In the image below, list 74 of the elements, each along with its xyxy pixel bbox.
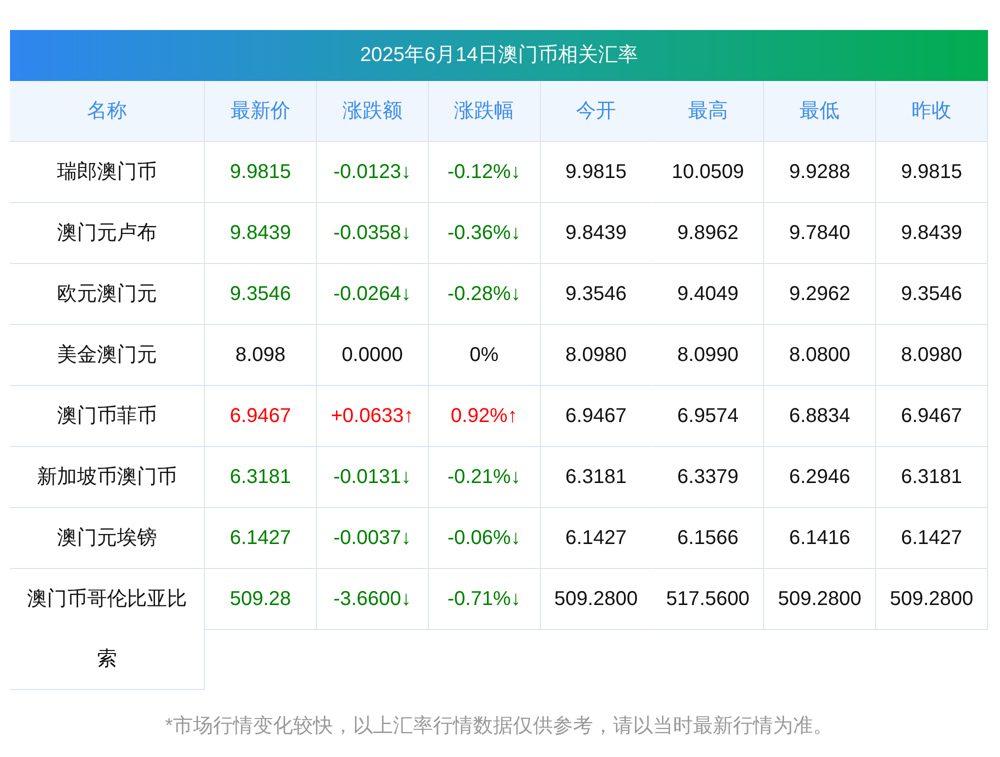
table-cell: -0.0037↓ [316, 508, 429, 569]
table-cell: 10.0509 [652, 142, 764, 203]
table-cell: 8.098 [205, 325, 317, 386]
column-header: 最高 [652, 81, 764, 142]
table-cell: 6.9574 [652, 386, 764, 447]
table-cell: 澳门元埃镑 [10, 508, 205, 569]
table-cell: 9.9288 [764, 142, 876, 203]
table-cell: -0.06%↓ [428, 508, 541, 569]
table-cell: 509.28 [205, 569, 317, 630]
table-cell: 9.8439 [205, 203, 317, 264]
table-cell: 0.0000 [316, 325, 429, 386]
table-cell: 澳门元卢布 [10, 203, 205, 264]
table-cell: -0.0264↓ [316, 264, 429, 325]
table-cell: 9.2962 [764, 264, 876, 325]
table-cell: 澳门币哥伦比亚比索 [10, 569, 205, 690]
table-cell: 6.1427 [876, 508, 988, 569]
table-cell: 6.2946 [764, 447, 876, 508]
table-cell: 6.3181 [876, 447, 988, 508]
disclaimer-note: *市场行情变化较快，以上汇率行情数据仅供参考，请以当时最新行情为准。 [164, 714, 834, 739]
table-cell: -3.6600↓ [316, 569, 429, 630]
table-cell: 6.1427 [205, 508, 317, 569]
table-cell: -0.21%↓ [428, 447, 541, 508]
table-cell: 509.2800 [876, 569, 988, 630]
table-cell: +0.0633↑ [316, 386, 429, 447]
table-cell: -0.28%↓ [428, 264, 541, 325]
table-cell: -0.36%↓ [428, 203, 541, 264]
table-cell: 8.0800 [764, 325, 876, 386]
column-header: 名称 [10, 81, 205, 142]
table-cell: 6.1427 [540, 508, 652, 569]
table-cell: 6.9467 [205, 386, 317, 447]
column-header: 最低 [764, 81, 876, 142]
table-cell: 瑞郎澳门币 [10, 142, 205, 203]
table-cell: 6.3379 [652, 447, 764, 508]
table-cell: 0% [428, 325, 541, 386]
table-cell: 6.1566 [652, 508, 764, 569]
table-cell: -0.0123↓ [316, 142, 429, 203]
table-cell: 9.8962 [652, 203, 764, 264]
table-cell: 9.4049 [652, 264, 764, 325]
table-cell: 9.8439 [876, 203, 988, 264]
table-title: 2025年6月14日澳门币相关汇率 [10, 30, 988, 81]
table-cell: -0.71%↓ [428, 569, 541, 630]
table-cell: 澳门币菲币 [10, 386, 205, 447]
table-cell: 509.2800 [764, 569, 876, 630]
table-cell: 9.8439 [540, 203, 652, 264]
table-cell: -0.12%↓ [428, 142, 541, 203]
table-cell: 6.8834 [764, 386, 876, 447]
table-cell: 8.0990 [652, 325, 764, 386]
table-cell: 6.3181 [205, 447, 317, 508]
table-cell: 9.9815 [205, 142, 317, 203]
table-cell: 6.1416 [764, 508, 876, 569]
table-cell: 6.9467 [540, 386, 652, 447]
table-cell: 6.3181 [540, 447, 652, 508]
column-header: 涨跌额 [316, 81, 429, 142]
table-cell: 新加坡币澳门币 [10, 447, 205, 508]
table-cell: 9.3546 [205, 264, 317, 325]
table-cell: 0.92%↑ [428, 386, 541, 447]
table-cell: 9.9815 [876, 142, 988, 203]
column-header: 最新价 [205, 81, 317, 142]
table-cell: -0.0131↓ [316, 447, 429, 508]
table-cell: 9.3546 [540, 264, 652, 325]
table-cell: 509.2800 [540, 569, 652, 630]
table-cell: 欧元澳门元 [10, 264, 205, 325]
table-cell: -0.0358↓ [316, 203, 429, 264]
column-header: 昨收 [876, 81, 988, 142]
table-cell: 8.0980 [540, 325, 652, 386]
table-cell: 9.9815 [540, 142, 652, 203]
table-cell: 6.9467 [876, 386, 988, 447]
table-cell: 517.5600 [652, 569, 764, 630]
column-header: 涨跌幅 [428, 81, 541, 142]
table-cell: 美金澳门元 [10, 325, 205, 386]
table-cell: 9.7840 [764, 203, 876, 264]
table-cell: 8.0980 [876, 325, 988, 386]
table-cell: 9.3546 [876, 264, 988, 325]
column-header: 今开 [540, 81, 652, 142]
